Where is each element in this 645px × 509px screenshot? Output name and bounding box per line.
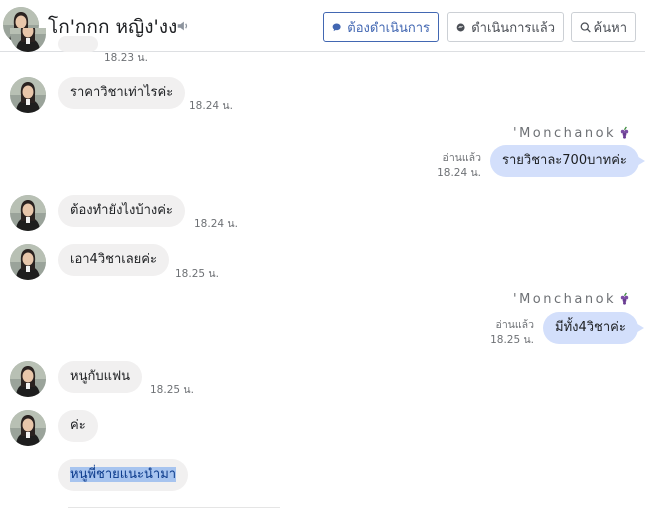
follow-up-label: ต้องดำเนินการ xyxy=(347,20,430,36)
grape-icon xyxy=(618,292,631,309)
follow-up-button[interactable]: ต้องดำเนินการ xyxy=(323,12,439,42)
message-bubble[interactable]: เอา4วิชาเลยค่ะ xyxy=(58,244,169,276)
message-bubble-outgoing[interactable]: รายวิชาละ700บาทค่ะ xyxy=(490,145,645,177)
done-label: ดำเนินการแล้ว xyxy=(471,20,555,36)
read-status: อ่านแล้ว 18.25 น. xyxy=(490,318,534,348)
grape-icon xyxy=(618,126,631,143)
message-timestamp: 18.24 น. xyxy=(189,100,233,112)
message-timestamp: 18.25 น. xyxy=(150,384,194,396)
sender-name: 'Monchanok xyxy=(513,292,631,309)
divider xyxy=(68,507,280,508)
message-bubble[interactable]: หนูพี่ชายแนะนำมา xyxy=(58,459,189,491)
speaker-icon[interactable] xyxy=(176,18,192,34)
contact-avatar[interactable] xyxy=(10,361,46,397)
search-icon xyxy=(580,21,591,33)
message-bubble[interactable]: หนูกับแฟน xyxy=(58,361,143,393)
read-status: อ่านแล้ว 18.24 น. xyxy=(437,151,481,181)
message-timestamp: 18.24 น. xyxy=(194,218,238,230)
sender-name: 'Monchanok xyxy=(513,126,631,143)
messenger-check-icon xyxy=(456,23,465,31)
search-label: ค้นหา xyxy=(593,20,627,36)
contact-avatar[interactable] xyxy=(10,410,46,446)
read-label: อ่านแล้ว xyxy=(495,319,534,331)
message-bubble-cropped[interactable] xyxy=(58,36,98,52)
message-timestamp: 18.25 น. xyxy=(175,268,219,280)
message-bubble-outgoing[interactable]: มีทั้ง4วิชาค่ะ xyxy=(543,312,644,344)
speech-bubble-icon xyxy=(332,23,341,31)
message-bubble[interactable]: ต้องทำยังไงบ้างค่ะ xyxy=(58,195,185,227)
message-timestamp: 18.25 น. xyxy=(490,334,534,346)
selected-text[interactable]: หนูพี่ชายแนะนำมา xyxy=(70,467,177,482)
message-bubble[interactable]: ราคาวิชาเท่าไรค่ะ xyxy=(58,77,186,109)
read-label: อ่านแล้ว xyxy=(442,152,481,164)
done-button[interactable]: ดำเนินการแล้ว xyxy=(447,12,564,42)
message-bubble[interactable]: ค่ะ xyxy=(58,410,98,442)
contact-avatar[interactable] xyxy=(10,77,46,113)
message-timestamp: 18.24 น. xyxy=(437,167,481,179)
message-timestamp: 18.23 น. xyxy=(104,52,148,64)
contact-avatar[interactable] xyxy=(10,195,46,231)
contact-avatar[interactable] xyxy=(10,244,46,280)
search-button[interactable]: ค้นหา xyxy=(571,12,636,42)
